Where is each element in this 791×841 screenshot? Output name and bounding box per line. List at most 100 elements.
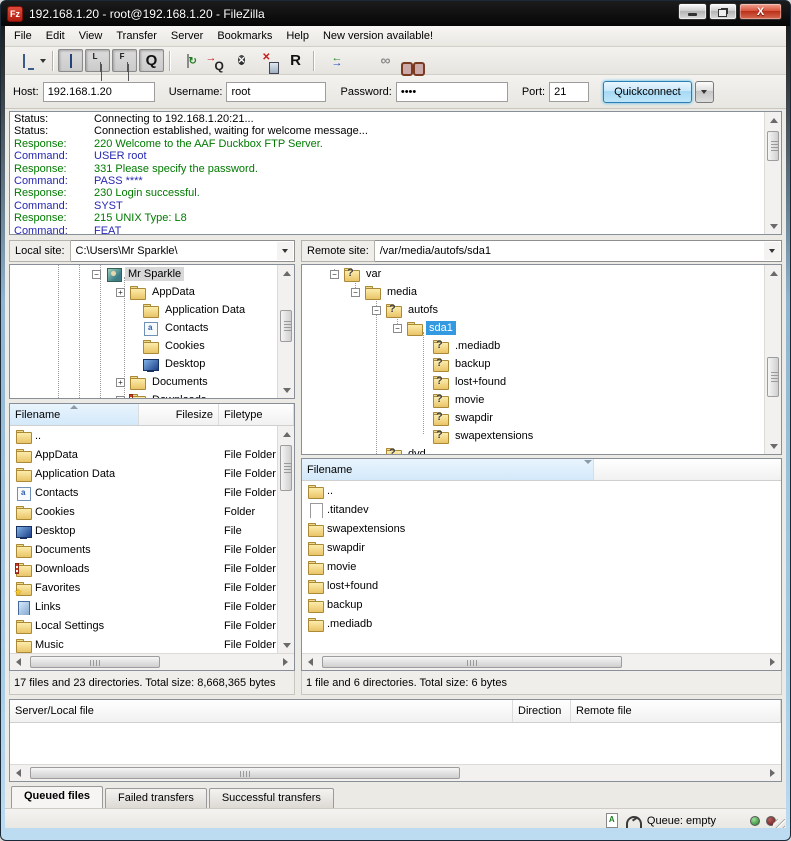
file-row[interactable]: Local SettingsFile Folder (10, 616, 277, 635)
collapse-icon[interactable]: − (92, 270, 101, 279)
collapse-icon[interactable]: − (372, 306, 381, 315)
tree-item[interactable]: −?autofs (302, 301, 764, 319)
file-row[interactable]: ★FavoritesFile Folder (10, 578, 277, 597)
expand-icon[interactable]: + (116, 288, 125, 297)
file-row[interactable]: DesktopFile (10, 521, 277, 540)
expand-icon[interactable]: + (116, 378, 125, 387)
chevron-down-icon[interactable] (277, 242, 293, 260)
toggle-message-log-button[interactable] (58, 49, 83, 72)
file-row[interactable]: .. (302, 481, 781, 500)
queue-column-direction[interactable]: Direction (513, 700, 571, 722)
collapse-icon[interactable]: − (351, 288, 360, 297)
tree-item[interactable]: Application Data (10, 301, 277, 319)
collapse-icon[interactable]: − (330, 270, 339, 279)
collapse-icon[interactable]: − (393, 324, 402, 333)
tree-item[interactable]: −sda1 (302, 319, 764, 337)
toggle-queue-button[interactable]: Q (139, 49, 164, 72)
directory-filters-button[interactable] (346, 49, 371, 72)
tree-item[interactable]: +Downloads (10, 391, 277, 398)
column-header-filename[interactable]: Filename (302, 459, 594, 480)
tree-item[interactable]: −?var (302, 265, 764, 283)
file-row[interactable]: ContactsFile Folder (10, 483, 277, 502)
tree-item[interactable]: +AppData (10, 283, 277, 301)
menu-transfer[interactable]: Transfer (109, 28, 164, 44)
username-input[interactable] (226, 82, 326, 102)
local-list-hscrollbar[interactable] (10, 653, 294, 670)
expand-icon[interactable]: + (116, 396, 125, 399)
tree-item[interactable]: Contacts (10, 319, 277, 337)
tree-item[interactable]: ?.mediadb (302, 337, 764, 355)
menu-bookmarks[interactable]: Bookmarks (210, 28, 279, 44)
queue-hscrollbar[interactable] (10, 764, 781, 781)
reconnect-button[interactable]: R (283, 49, 308, 72)
tab-queued-files[interactable]: Queued files (11, 786, 103, 808)
site-manager-dropdown-button[interactable] (37, 49, 48, 72)
find-files-button[interactable] (400, 49, 425, 72)
menu-view[interactable]: View (72, 28, 110, 44)
local-tree-scrollbar[interactable] (277, 265, 294, 398)
site-manager-button[interactable] (11, 49, 36, 72)
file-row[interactable]: AppDataFile Folder (10, 445, 277, 464)
minimize-button[interactable] (678, 3, 707, 20)
file-row[interactable]: .. (10, 426, 277, 445)
menu-file[interactable]: File (7, 28, 39, 44)
remote-tree-scrollbar[interactable] (764, 265, 781, 454)
close-button[interactable]: X (739, 3, 782, 20)
toggle-remote-tree-button[interactable]: F (112, 49, 137, 72)
file-row[interactable]: swapdir (302, 538, 781, 557)
chevron-down-icon[interactable] (764, 242, 780, 260)
tab-successful-transfers[interactable]: Successful transfers (209, 788, 334, 808)
menu-server[interactable]: Server (164, 28, 210, 44)
file-row[interactable]: swapextensions (302, 519, 781, 538)
quickconnect-dropdown-button[interactable] (695, 81, 714, 103)
tree-item[interactable]: ?lost+found (302, 373, 764, 391)
tree-item[interactable]: ?movie (302, 391, 764, 409)
tree-item[interactable]: −media (302, 283, 764, 301)
file-row[interactable]: MusicFile Folder (10, 635, 277, 653)
refresh-button[interactable] (175, 49, 200, 72)
file-row[interactable]: backup (302, 595, 781, 614)
file-row[interactable]: Application DataFile Folder (10, 464, 277, 483)
scroll-down-icon[interactable] (765, 218, 782, 234)
local-list-scrollbar[interactable] (277, 426, 294, 653)
restore-button[interactable] (709, 3, 737, 20)
column-header-filetype[interactable]: Filetype (219, 404, 294, 425)
tree-item[interactable]: −Mr Sparkle (10, 265, 277, 283)
password-input[interactable] (396, 82, 508, 102)
remote-list-hscrollbar[interactable] (302, 653, 781, 670)
file-row[interactable]: LinksFile Folder (10, 597, 277, 616)
file-row[interactable]: DocumentsFile Folder (10, 540, 277, 559)
tree-item[interactable]: ?swapdir (302, 409, 764, 427)
column-header-filename[interactable]: Filename (10, 404, 139, 425)
port-input[interactable] (549, 82, 589, 102)
synchronized-browsing-button[interactable]: ∞ (373, 49, 398, 72)
title-bar[interactable]: Fz 192.168.1.20 - root@192.168.1.20 - Fi… (1, 1, 790, 26)
quickconnect-button[interactable]: Quickconnect (603, 81, 692, 103)
tree-item[interactable]: +Documents (10, 373, 277, 391)
new-version-notice[interactable]: New version available! (316, 28, 440, 44)
tree-item[interactable]: Desktop (10, 355, 277, 373)
menu-help[interactable]: Help (279, 28, 316, 44)
resize-grip[interactable] (773, 819, 785, 828)
scroll-up-icon[interactable] (765, 112, 782, 128)
remote-site-combobox[interactable]: /var/media/autofs/sda1 (375, 240, 782, 262)
tree-item[interactable]: Cookies (10, 337, 277, 355)
tree-item[interactable]: ?dvd (302, 445, 764, 454)
toggle-local-tree-button[interactable]: L (85, 49, 110, 72)
file-row[interactable]: .mediadb (302, 614, 781, 633)
process-queue-button[interactable]: Q (202, 49, 227, 72)
file-row[interactable]: CookiesFolder (10, 502, 277, 521)
file-row[interactable]: .titandev (302, 500, 781, 519)
disconnect-button[interactable] (256, 49, 281, 72)
tree-item[interactable]: ?backup (302, 355, 764, 373)
file-row[interactable]: lost+found (302, 576, 781, 595)
tab-failed-transfers[interactable]: Failed transfers (105, 788, 207, 808)
file-row[interactable]: DownloadsFile Folder (10, 559, 277, 578)
queue-column-remote-file[interactable]: Remote file (571, 700, 781, 722)
cancel-button[interactable]: ✕ (229, 49, 254, 72)
host-input[interactable] (43, 82, 155, 102)
log-scrollbar[interactable] (764, 112, 781, 234)
queue-column-server-local-file[interactable]: Server/Local file (10, 700, 513, 722)
local-site-combobox[interactable]: C:\Users\Mr Sparkle\ (71, 240, 295, 262)
compare-directories-button[interactable]: →← (319, 49, 344, 72)
